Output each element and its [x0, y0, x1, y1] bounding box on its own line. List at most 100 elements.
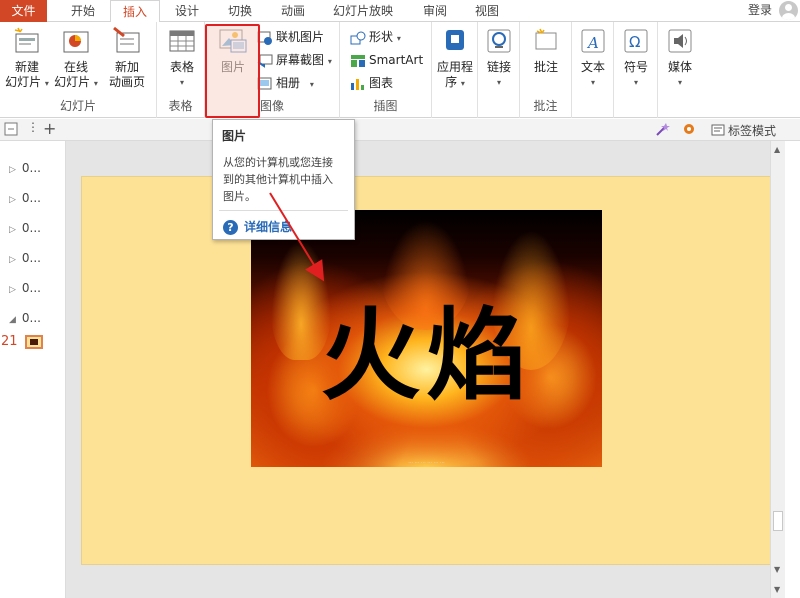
online-slide-button[interactable]: 在线 幻灯片 ▾	[52, 26, 100, 91]
expand-icon[interactable]: ▷	[9, 255, 16, 265]
group-label-table: 表格	[168, 99, 193, 113]
group-symbols: Ω 符号 ▾	[614, 22, 658, 118]
chart-icon	[350, 77, 366, 91]
chevron-down-icon: ▾	[633, 78, 638, 87]
tag-icon	[711, 124, 725, 139]
picture-tooltip: 图片 从您的计算机或您连接 到的其他计算机中插入 图片。 ? 详细信息	[212, 119, 355, 240]
tooltip-title: 图片	[222, 129, 247, 143]
tab-transitions[interactable]: 切换	[216, 0, 264, 22]
more-icon[interactable]: ⋮	[27, 120, 39, 134]
panel-toolbar: ⋮ + 标签模式	[0, 119, 800, 141]
expand-icon[interactable]: ▷	[9, 285, 16, 295]
slide[interactable]: 火焰 ··· ··· ··· ··· ··· ···	[81, 176, 772, 565]
table-icon	[167, 26, 197, 56]
chevron-down-icon: ▾	[327, 57, 332, 66]
group-apps: 应用程 序 ▾	[432, 22, 478, 118]
section-item[interactable]: ◢ 0...	[9, 311, 41, 325]
slide-panel: ▷ 0... ▷ 0... ▷ 0... ▷ 0... ▷ 0... ◢ 0... 21	[0, 141, 66, 598]
chevron-down-icon: ▾	[677, 78, 682, 87]
text-button[interactable]: A 文本 ▾	[574, 26, 612, 90]
smartart-icon	[350, 54, 366, 68]
svg-text:Ω: Ω	[629, 33, 640, 51]
tab-review[interactable]: 审阅	[411, 0, 459, 22]
group-label-slides: 幻灯片	[59, 99, 96, 113]
section-item[interactable]: ▷ 0...	[9, 161, 41, 175]
picture-button-highlight	[205, 24, 260, 118]
album-button[interactable]: 相册 ▾	[257, 73, 314, 93]
chevron-down-icon: ▾	[496, 78, 501, 87]
add-animation-page-button[interactable]: 新加 动画页	[101, 26, 153, 90]
speaker-icon	[665, 26, 695, 56]
login-link[interactable]: 登录	[748, 0, 772, 20]
collapse-icon[interactable]: ◢	[9, 315, 16, 325]
chevron-down-icon: ▾	[309, 80, 314, 89]
shapes-button[interactable]: 形状 ▾	[350, 27, 401, 47]
chart-button[interactable]: 图表	[350, 73, 393, 93]
expand-icon[interactable]: ▷	[9, 225, 16, 235]
flame-picture[interactable]: 火焰 ··· ··· ··· ··· ··· ···	[251, 210, 602, 467]
ribbon-tab-bar: 文件 开始 插入 设计 切换 动画 幻灯片放映 审阅 视图 登录	[0, 0, 800, 23]
tab-insert[interactable]: 插入	[110, 0, 160, 23]
online-picture-button[interactable]: 联机图片	[257, 27, 324, 47]
scroll-down-icon[interactable]: ▼	[774, 565, 780, 574]
tab-file[interactable]: 文件	[0, 0, 47, 22]
section-view-icon[interactable]	[4, 122, 18, 139]
tooltip-description-line: 图片。	[223, 190, 256, 203]
group-text: A 文本 ▾	[572, 22, 614, 118]
tab-home[interactable]: 开始	[58, 0, 108, 22]
gear-icon[interactable]	[682, 122, 696, 139]
slide-editor-canvas: 火焰 ··· ··· ··· ··· ··· ··· ▲ ▼ ▼	[66, 141, 785, 598]
image-watermark: ··· ··· ··· ··· ··· ···	[408, 460, 445, 466]
new-slide-button[interactable]: 新建 幻灯片 ▾	[2, 26, 52, 91]
smartart-button[interactable]: SmartArt	[350, 50, 423, 70]
tab-slideshow[interactable]: 幻灯片放映	[327, 0, 399, 22]
tab-animations[interactable]: 动画	[269, 0, 317, 22]
tab-design[interactable]: 设计	[163, 0, 211, 22]
link-button[interactable]: 链接 ▾	[480, 26, 518, 90]
screenshot-button[interactable]: 屏幕截图 ▾	[257, 50, 332, 70]
chevron-down-icon: ▾	[590, 78, 595, 87]
scroll-down-icon[interactable]: ▼	[774, 585, 780, 594]
expand-icon[interactable]: ▷	[9, 165, 16, 175]
tooltip-description-line: 到的其他计算机中插入	[223, 173, 333, 186]
expand-icon[interactable]: ▷	[9, 195, 16, 205]
online-slide-icon	[61, 26, 91, 56]
link-icon	[484, 26, 514, 56]
tag-mode-button[interactable]: 标签模式	[711, 122, 776, 139]
scrollbar-thumb[interactable]	[773, 511, 783, 531]
group-media: 媒体 ▾	[658, 22, 702, 118]
vertical-scrollbar[interactable]: ▲ ▼ ▼	[770, 141, 785, 598]
tooltip-more-info-link[interactable]: ? 详细信息	[223, 218, 292, 235]
magic-wand-icon[interactable]	[655, 122, 671, 139]
group-illustrations: 形状 ▾ SmartArt 图表 插图	[340, 22, 432, 118]
symbol-button[interactable]: Ω 符号 ▾	[617, 26, 655, 90]
tab-view[interactable]: 视图	[463, 0, 511, 22]
comment-button[interactable]: 批注	[526, 26, 566, 75]
media-button[interactable]: 媒体 ▾	[661, 26, 699, 90]
section-item[interactable]: ▷ 0...	[9, 281, 41, 295]
help-icon: ?	[223, 220, 238, 235]
group-label-comments: 批注	[533, 99, 558, 113]
group-links: 链接 ▾	[478, 22, 520, 118]
chevron-down-icon: ▾	[44, 79, 49, 88]
apps-button[interactable]: 应用程 序 ▾	[434, 26, 476, 91]
svg-text:A: A	[586, 34, 599, 52]
scroll-up-icon[interactable]: ▲	[774, 145, 780, 154]
slide-number: 21	[1, 334, 18, 349]
add-section-icon[interactable]: +	[43, 119, 56, 138]
chevron-down-icon: ▾	[179, 78, 184, 87]
apps-icon	[440, 26, 470, 56]
table-button[interactable]: 表格 ▾	[163, 26, 201, 90]
ribbon: 新建 幻灯片 ▾ 在线 幻灯片 ▾ 新加 动画页 幻灯片 表格 ▾ 表格 联机图…	[0, 22, 800, 118]
group-slides: 新建 幻灯片 ▾ 在线 幻灯片 ▾ 新加 动画页 幻灯片	[0, 22, 157, 118]
avatar[interactable]	[779, 1, 798, 20]
section-item[interactable]: ▷ 0...	[9, 191, 41, 205]
omega-icon: Ω	[621, 26, 651, 56]
new-slide-icon	[12, 26, 42, 56]
chevron-down-icon: ▾	[460, 79, 465, 88]
section-item[interactable]: ▷ 0...	[9, 221, 41, 235]
slide-thumbnail[interactable]	[25, 335, 43, 349]
group-label-illustrations: 插图	[373, 99, 398, 113]
text-icon: A	[578, 26, 608, 56]
section-item[interactable]: ▷ 0...	[9, 251, 41, 265]
